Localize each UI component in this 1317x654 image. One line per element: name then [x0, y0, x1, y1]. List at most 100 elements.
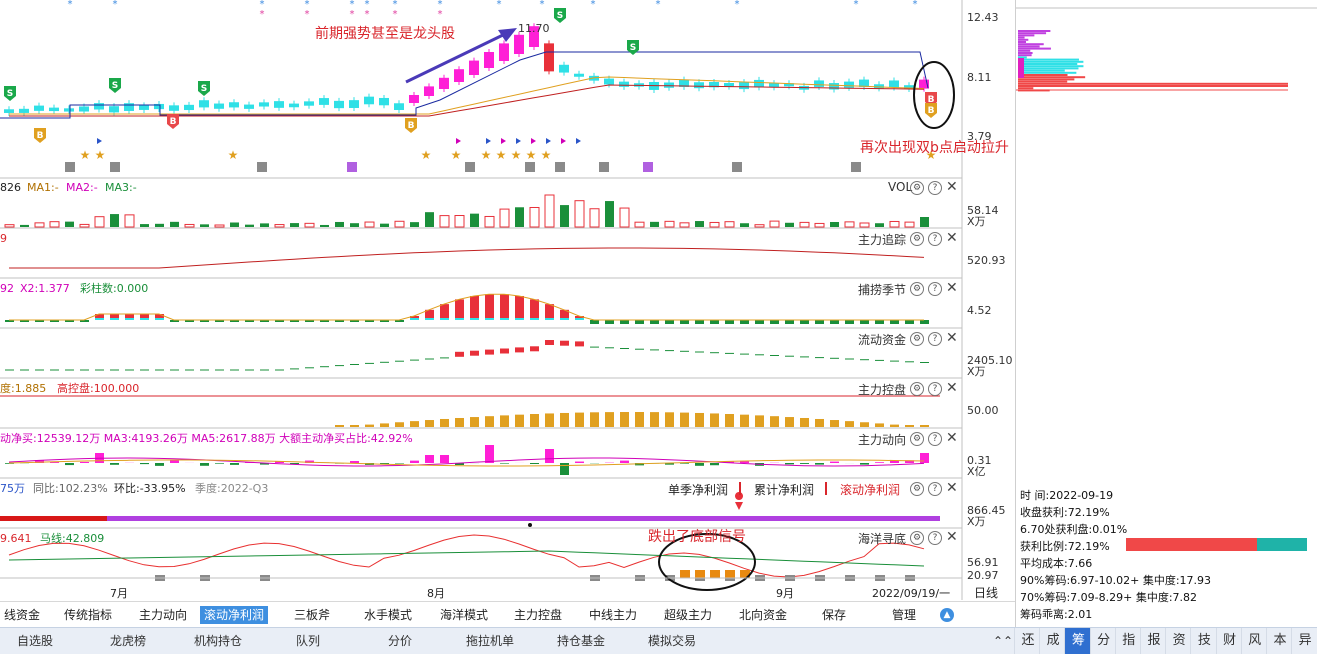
footer-right-tab[interactable]: 财: [1216, 628, 1243, 654]
bl-bar-down: [905, 320, 914, 324]
zhuli-kongpan-panel: [0, 396, 940, 427]
volume-bar: [665, 221, 674, 227]
panel-help-icon[interactable]: ?: [928, 232, 942, 246]
panel-settings-icon[interactable]: ⚙: [910, 332, 924, 346]
panel-settings-icon[interactable]: ⚙: [910, 432, 924, 446]
indicator-tab[interactable]: 海洋模式: [436, 606, 492, 624]
panel-close-icon[interactable]: ✕: [946, 381, 958, 395]
indicator-tab[interactable]: 主力控盘: [510, 606, 566, 624]
zhuli-dongxiang-panel: [5, 445, 929, 475]
indicator-tab[interactable]: 中线主力: [585, 606, 641, 624]
panel-close-icon[interactable]: ✕: [946, 530, 958, 544]
candle: [844, 82, 854, 88]
panel-close-icon[interactable]: ✕: [946, 281, 958, 295]
footer-tab[interactable]: 机构持仓: [194, 628, 242, 654]
ld-bar: [560, 341, 569, 346]
pf-tab-cumulative[interactable]: 累计净利润: [754, 481, 814, 498]
volume-bar: [530, 207, 539, 227]
footer-right-tab[interactable]: 风: [1241, 628, 1268, 654]
bl-caizhu: 彩柱数:0.000: [80, 282, 148, 295]
zz-axis-value: 520.93: [967, 254, 1006, 267]
panel-close-icon[interactable]: ✕: [946, 231, 958, 245]
panel-help-icon[interactable]: ?: [928, 332, 942, 346]
marker-asterisk: *: [591, 0, 596, 10]
footer-right-tab[interactable]: 报: [1140, 628, 1167, 654]
bl-bar-down: [590, 320, 599, 324]
footer-right-tab[interactable]: 分: [1090, 628, 1117, 654]
indicator-tab[interactable]: 管理: [888, 606, 920, 624]
footer-tab[interactable]: 持仓基金: [557, 628, 605, 654]
panel-settings-icon[interactable]: ⚙: [910, 282, 924, 296]
indicator-tab[interactable]: 传统指标: [60, 606, 116, 624]
panel-close-icon[interactable]: ✕: [946, 481, 958, 495]
chip-bar: [1018, 59, 1079, 61]
footer-right-tab[interactable]: 异: [1291, 628, 1317, 654]
panel-help-icon[interactable]: ?: [928, 531, 942, 545]
footer-tab[interactable]: 拖拉机单: [466, 628, 514, 654]
indicator-tab[interactable]: 三板斧: [290, 606, 334, 624]
panel-close-icon[interactable]: ✕: [946, 331, 958, 345]
dx-ma3: [9, 458, 924, 466]
pattern-badge-icon: [643, 162, 653, 172]
dx-bar: [710, 463, 719, 465]
chip-bar: [1018, 30, 1050, 32]
panel-settings-icon[interactable]: ⚙: [910, 382, 924, 396]
expand-tabs-icon[interactable]: ▲: [940, 608, 954, 622]
panel-settings-icon[interactable]: ⚙: [910, 482, 924, 496]
footer-right-tab[interactable]: 还: [1014, 628, 1041, 654]
bl-bar: [545, 304, 554, 320]
bl-bar-down: [800, 320, 809, 324]
pf-jidu: 季度:2022-Q3: [195, 482, 268, 495]
panel-close-icon[interactable]: ✕: [946, 431, 958, 445]
footer-right-tab[interactable]: 技: [1190, 628, 1217, 654]
footer-tab[interactable]: 龙虎榜: [110, 628, 146, 654]
pf-tab-rolling[interactable]: 滚动净利润: [840, 481, 900, 498]
panel-close-icon[interactable]: ✕: [946, 180, 958, 194]
panel-help-icon[interactable]: ?: [928, 482, 942, 496]
indicator-tab[interactable]: 水手模式: [360, 606, 416, 624]
chart-area[interactable]: SSSSSBBBBB*********************★★★★★★★★★…: [0, 0, 1015, 601]
panel-settings-icon[interactable]: ⚙: [910, 531, 924, 545]
footer-tab[interactable]: 自选股: [17, 628, 53, 654]
footer-tab[interactable]: 队列: [296, 628, 320, 654]
candle: [259, 102, 269, 106]
marker-asterisk: *: [350, 9, 355, 20]
panel-help-icon[interactable]: ?: [928, 432, 942, 446]
footer-right-tab[interactable]: 筹: [1064, 628, 1091, 654]
candle: [49, 108, 59, 111]
pf-tab-single[interactable]: 单季净利润: [668, 481, 728, 498]
indicator-tab[interactable]: 超级主力: [660, 606, 716, 624]
bl-bar: [515, 296, 524, 320]
bl-bar-down: [680, 320, 689, 324]
indicator-tab[interactable]: 线资金: [0, 606, 44, 624]
ld-bar: [515, 347, 524, 352]
footer-right-tab[interactable]: 本: [1266, 628, 1293, 654]
candle: [4, 109, 14, 113]
ld-title: 流动资金: [858, 331, 906, 348]
indicator-tab[interactable]: 北向资金: [735, 606, 791, 624]
footer-right-tab[interactable]: 指: [1115, 628, 1142, 654]
indicator-tab[interactable]: 主力动向: [135, 606, 191, 624]
candle: [184, 105, 194, 110]
chart-canvas[interactable]: SSSSSBBBBB*********************★★★★★★★★★…: [0, 0, 1015, 601]
bl-prefix: 92: [0, 282, 14, 295]
panel-settings-icon[interactable]: ⚙: [910, 181, 924, 195]
panel-help-icon[interactable]: ?: [928, 282, 942, 296]
footer-tab[interactable]: 分价: [388, 628, 412, 654]
footer-right-tab[interactable]: 资: [1165, 628, 1192, 654]
collapse-chevron-icon[interactable]: ⌃⌃: [993, 628, 1013, 654]
kp-bar: [875, 423, 884, 427]
panel-help-icon[interactable]: ?: [928, 382, 942, 396]
footer-tab[interactable]: 模拟交易: [648, 628, 696, 654]
indicator-tab[interactable]: 保存: [818, 606, 850, 624]
panel-help-icon[interactable]: ?: [928, 181, 942, 195]
pf-huanbi: 环比:-33.95%: [114, 482, 186, 495]
pattern-badge-icon: [347, 162, 357, 172]
indicator-tab[interactable]: 滚动净利润: [200, 606, 268, 624]
volume-bar: [365, 222, 374, 227]
panel-settings-icon[interactable]: ⚙: [910, 232, 924, 246]
date-axis-period[interactable]: 日线: [974, 587, 998, 600]
volume-bar: [230, 223, 239, 227]
footer-right-tab[interactable]: 成: [1039, 628, 1066, 654]
volume-bar: [575, 201, 584, 227]
